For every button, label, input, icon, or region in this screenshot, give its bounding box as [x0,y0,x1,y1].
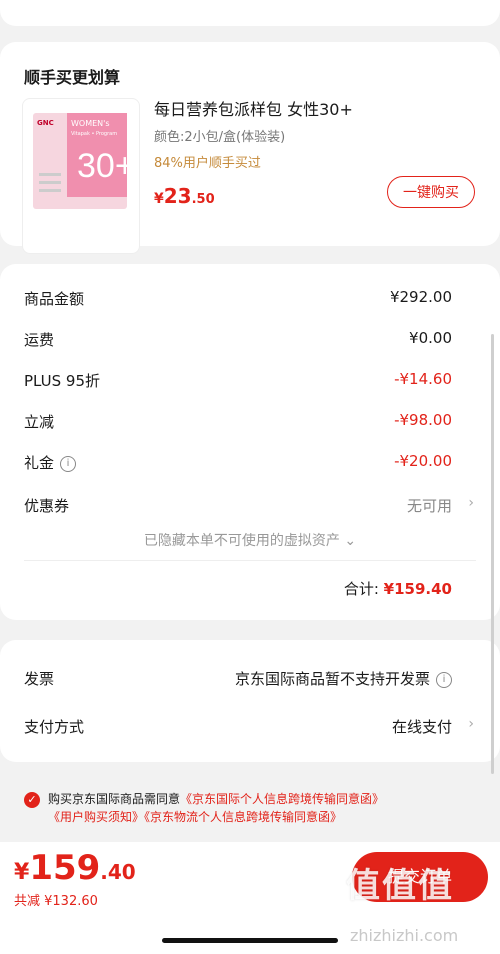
scrollbar[interactable] [491,334,494,774]
payment-method-label: 支付方式 [24,718,85,736]
total-saving: 共减 ¥132.60 [14,894,98,909]
instant-discount-label: 立减 [24,413,55,431]
product-price: ¥23.50 [154,184,215,208]
payment-method-value[interactable]: 在线支付 [392,716,452,737]
consent-block: ✓ 购买京东国际商品需同意《京东国际个人信息跨境传输同意函》 《用户购买须知》《… [24,790,484,826]
home-indicator [162,938,338,943]
pay-amount: ¥159.40 [14,848,136,888]
box-title: WOMEN's [71,119,110,128]
consent-prefix: 购买京东国际商品需同意 [48,792,181,806]
chevron-right-icon[interactable]: › [468,495,474,511]
box-subtitle: Vitapak • Program [71,131,118,137]
order-total: 合计: ¥159.40 [343,580,452,598]
watermark-url: zhizhizhi.com [350,926,459,945]
section-title: 顺手买更划算 [24,68,121,87]
box-number: 30+ [77,147,135,185]
divider [24,560,476,561]
info-icon[interactable]: i [60,455,77,472]
previous-card [0,0,500,26]
product-image[interactable]: GNC WOMEN's Vitapak • Program 30+ [22,98,140,254]
invoice-value: 京东国际商品暂不支持开发票 i [235,668,452,689]
product-box: GNC WOMEN's Vitapak • Program 30+ [33,113,135,209]
invoice-label: 发票 [24,670,55,688]
buy-rate: 84%用户顺手买过 [154,156,261,171]
gift-money-value: -¥20.00 [394,452,452,470]
brand-logo: GNC [37,119,54,127]
checkbox-checked-icon[interactable]: ✓ [24,792,40,808]
consent-link-purchase-notice[interactable]: 《用户购买须知》 [48,810,144,824]
coupon-value[interactable]: 无可用 [407,495,452,516]
instant-discount-value: -¥98.00 [394,411,452,429]
gift-money-label: 礼金 i [24,452,77,473]
subtotal-value: ¥292.00 [389,288,452,306]
product-name[interactable]: 每日营养包派样包 女性30+ [154,96,353,120]
product-spec: 颜色:2小包/盒(体验装) [154,130,286,145]
invoice-payment-card [0,640,500,762]
consent-link-logistics[interactable]: 《京东物流个人信息跨境传输同意函》 [144,810,342,824]
one-click-buy-button[interactable]: 一键购买 [387,176,475,208]
plus-discount-label: PLUS 95折 [24,372,101,390]
summary-card [0,264,500,620]
plus-discount-value: -¥14.60 [394,370,452,388]
watermark-logo: 值值值 [346,866,454,906]
shipping-value: ¥0.00 [409,329,452,347]
hidden-assets-toggle[interactable]: 已隐藏本单不可使用的虚拟资产 ⌄ [0,530,500,550]
consent-link-cross-border[interactable]: 《京东国际个人信息跨境传输同意函》 [180,792,384,806]
chevron-right-icon[interactable]: › [468,716,474,732]
shipping-label: 运费 [24,331,55,349]
coupon-label: 优惠券 [24,497,70,515]
info-icon[interactable]: i [436,671,452,688]
subtotal-label: 商品金额 [24,290,85,308]
